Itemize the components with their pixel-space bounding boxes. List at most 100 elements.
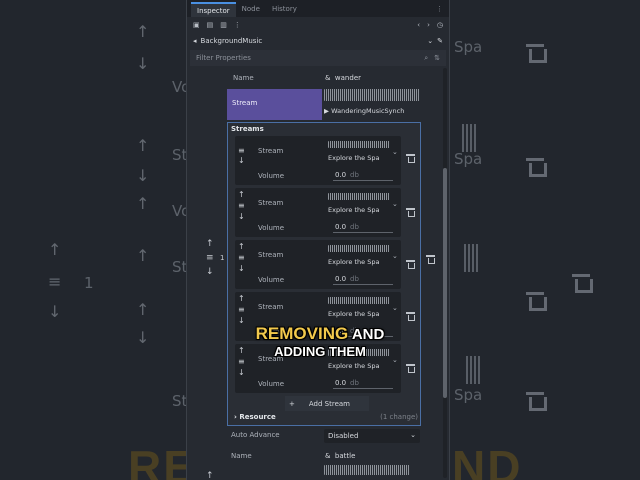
name-value: wander [334, 74, 362, 82]
streams-array: Streams ≡ ↓ Stream Explore the Spa ⌄ Vol… [227, 122, 421, 426]
volume-slider[interactable] [333, 232, 393, 233]
open-folder-icon[interactable]: ▤ [207, 21, 214, 29]
resource-change-count: (1 change) [380, 413, 418, 421]
move-down-icon[interactable]: ↓ [238, 368, 245, 377]
volume-slider[interactable] [333, 180, 393, 181]
chevron-down-icon[interactable]: ⌄ [392, 200, 398, 208]
drag-handle-icon[interactable]: ≡ [206, 253, 214, 263]
auto-advance-select[interactable]: Disabled ⌄ [324, 429, 420, 443]
arrow-down-icon: ↓ [136, 54, 150, 73]
volume-unit: db [350, 275, 359, 283]
name-property-2: Name & battle [227, 449, 449, 465]
object-selector[interactable]: ◂ BackgroundMusic ⌄ ✎ [187, 33, 449, 49]
filter-properties[interactable]: Filter Properties ⌕ ⇅ [190, 50, 446, 66]
chevron-down-icon[interactable]: ⌄ [427, 37, 433, 45]
move-up-icon[interactable]: ↑ [238, 190, 245, 199]
drag-handle-icon[interactable]: ≡ [238, 305, 245, 314]
stringname-prefix: & [325, 452, 331, 460]
stream-label: Stream [258, 251, 284, 259]
tab-history[interactable]: History [266, 2, 303, 17]
volume-field[interactable]: 0.0 db [333, 171, 393, 181]
move-up-icon[interactable]: ↑ [238, 242, 245, 251]
resource-label: › Resource [234, 413, 276, 421]
move-down-icon[interactable]: ↓ [238, 264, 245, 273]
volume-value: 0.0 [335, 171, 347, 179]
volume-label: Volume [258, 172, 285, 180]
dock-menu-icon[interactable]: ⋮ [436, 2, 443, 17]
drag-handle-icon[interactable]: ≡ [238, 201, 245, 210]
chevron-down-icon[interactable]: ⌄ [392, 148, 398, 156]
move-down-icon[interactable]: ↓ [206, 267, 214, 277]
volume-unit: db [350, 379, 359, 387]
arrow-down-icon: ↓ [136, 166, 150, 185]
volume-slider[interactable] [333, 388, 393, 389]
volume-slider[interactable] [333, 284, 393, 285]
move-down-icon[interactable]: ↓ [238, 156, 245, 165]
chevron-down-icon[interactable]: ⌄ [392, 252, 398, 260]
history-forward-icon[interactable]: › [427, 21, 430, 29]
inspector-toolbar: ▣ ▤ ▥ ⋮ ‹ › ◷ [187, 17, 449, 33]
trash-icon[interactable] [406, 154, 415, 163]
stream-label: Stream [258, 147, 284, 155]
trash-icon[interactable] [406, 208, 415, 217]
filter-input[interactable]: Filter Properties [196, 54, 418, 62]
drag-handle-icon[interactable]: ≡ [238, 253, 245, 262]
song-name[interactable]: Explore the Spa [328, 206, 379, 214]
song-name[interactable]: Explore the Spa [328, 310, 379, 318]
dock-tabs: Inspector Node History ⋮ [187, 0, 449, 17]
move-up-icon[interactable]: ↑ [238, 294, 245, 303]
trash-icon [526, 44, 547, 63]
waveform [462, 124, 476, 152]
move-up-icon[interactable]: ↑ [206, 239, 214, 249]
tools-icon[interactable]: ✎ [437, 37, 443, 45]
history-back-icon[interactable]: ‹ [417, 21, 420, 29]
caption-line-1: REMOVING AND [0, 324, 640, 344]
item-index: 1 [220, 254, 225, 262]
name-field[interactable]: & wander [325, 74, 415, 82]
volume-field[interactable]: 0.0 db [333, 275, 393, 285]
stream-item: ≡ ↓ Stream Explore the Spa ⌄ Volume 0.0 … [235, 136, 415, 185]
name-field[interactable]: & battle [325, 452, 355, 460]
remove-item-icon[interactable] [426, 255, 435, 264]
new-resource-icon[interactable]: ▣ [193, 21, 200, 29]
save-icon[interactable]: ▥ [220, 21, 227, 29]
scrollbar-thumb[interactable] [443, 168, 447, 398]
volume-value: 0.0 [335, 275, 347, 283]
caption-highlight: REMOVING [255, 324, 349, 343]
arrow-up-icon: ↑ [48, 240, 62, 259]
history-list-icon[interactable]: ◷ [437, 21, 443, 29]
resource-section[interactable]: › Resource (1 change) [230, 412, 418, 424]
song-name[interactable]: Explore the Spa [328, 362, 379, 370]
drag-handle-icon[interactable]: ≡ [238, 146, 245, 155]
arrow-up-icon: ↑ [136, 300, 150, 319]
inspector-panel: Inspector Node History ⋮ ▣ ▤ ▥ ⋮ ‹ › ◷ ◂… [186, 0, 450, 480]
volume-unit: db [350, 223, 359, 231]
filter-options-icon[interactable]: ⇅ [434, 54, 440, 62]
object-name: BackgroundMusic [200, 37, 263, 45]
waveform [328, 245, 390, 252]
volume-field[interactable]: 0.0 db [333, 223, 393, 233]
volume-field[interactable]: 0.0 db [333, 379, 393, 389]
song-name[interactable]: Explore the Spa [328, 154, 379, 162]
song-name[interactable]: Explore the Spa [328, 258, 379, 266]
add-stream-button[interactable]: + Add Stream [285, 396, 369, 411]
drag-handle-icon: ≡ [48, 272, 62, 291]
trash-icon[interactable] [406, 260, 415, 269]
trash-icon[interactable] [406, 312, 415, 321]
chevron-down-icon[interactable]: ⌄ [392, 304, 398, 312]
move-up-icon[interactable]: ↑ [206, 471, 214, 480]
stream-resource-picker[interactable]: ▶ WanderingMusicSynch [324, 89, 420, 120]
tab-node[interactable]: Node [236, 2, 266, 17]
waveform [324, 465, 410, 475]
tab-inspector[interactable]: Inspector [191, 2, 236, 17]
move-down-icon[interactable]: ↓ [238, 212, 245, 221]
stream-property[interactable]: Stream [227, 89, 322, 120]
stream-label: Stream [232, 99, 258, 107]
trash-icon[interactable] [406, 364, 415, 373]
volume-label: Volume [258, 380, 285, 388]
waveform-preview [324, 89, 420, 101]
streams-title: Streams [231, 125, 264, 133]
scrollbar[interactable] [443, 68, 447, 478]
auto-advance-value: Disabled [328, 432, 359, 440]
more-options-icon[interactable]: ⋮ [234, 21, 241, 29]
